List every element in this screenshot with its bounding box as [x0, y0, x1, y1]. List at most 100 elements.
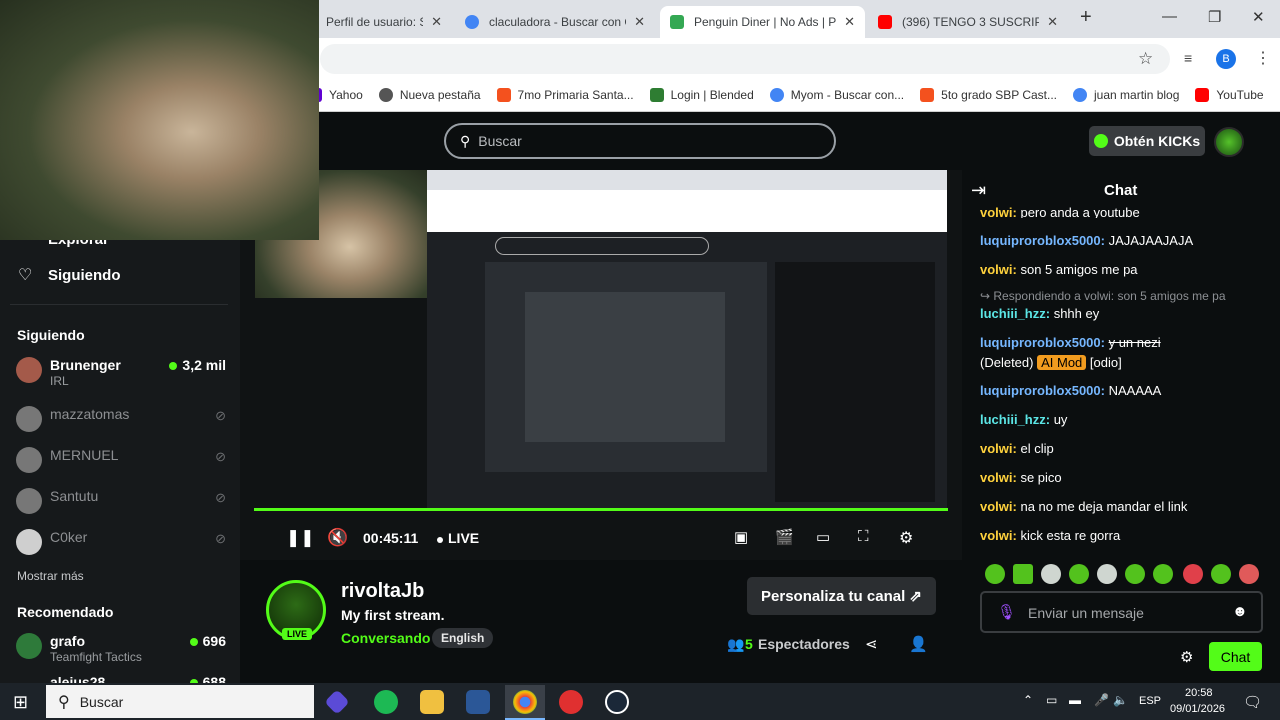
- spotify-icon[interactable]: [374, 690, 398, 714]
- sidebar-channel-brunenger[interactable]: Brunenger IRL 3,2 mil: [16, 355, 226, 389]
- clip-icon[interactable]: 🎬: [775, 528, 794, 546]
- chat-username[interactable]: volwi: [980, 441, 1013, 456]
- emote-icon[interactable]: [1041, 564, 1061, 584]
- theater-mode-icon[interactable]: ▭: [816, 528, 830, 546]
- windows-start-icon[interactable]: ⊞: [13, 692, 28, 713]
- notifications-icon[interactable]: 🗨: [1243, 693, 1262, 711]
- steam-icon[interactable]: [605, 690, 629, 714]
- collapse-chat-icon[interactable]: ⇥: [971, 180, 986, 201]
- url-field[interactable]: [320, 44, 1170, 74]
- chat-username[interactable]: volwi: [980, 470, 1013, 485]
- emote-icon[interactable]: [1153, 564, 1173, 584]
- chat-username[interactable]: volwi: [980, 205, 1013, 218]
- search-icon: ⚲: [58, 693, 70, 711]
- chat-username[interactable]: luquiproroblox5000: [980, 383, 1101, 398]
- word-icon[interactable]: [466, 690, 490, 714]
- emote-icon[interactable]: [1239, 564, 1259, 584]
- language-tag[interactable]: English: [432, 628, 494, 648]
- settings-gear-icon[interactable]: ⚙: [899, 528, 913, 548]
- tray-network-icon[interactable]: ▭: [1046, 693, 1057, 707]
- chat-username[interactable]: luchiii_hzz: [980, 306, 1046, 321]
- bookmark-yahoo[interactable]: Yahoo: [314, 87, 363, 102]
- sidebar-channel-grafo[interactable]: grafo Teamfight Tactics 696: [16, 631, 226, 665]
- bookmark-blended[interactable]: Login | Blended: [649, 87, 754, 102]
- tray-chevron-icon[interactable]: ⌃: [1023, 693, 1033, 707]
- search-placeholder: Buscar: [478, 133, 522, 149]
- follow-user-icon[interactable]: 👤: [909, 635, 928, 653]
- clock-date[interactable]: 09/01/2026: [1170, 703, 1225, 715]
- input-language[interactable]: ESP: [1139, 695, 1161, 707]
- chat-username[interactable]: volwi: [980, 499, 1013, 514]
- chat-username[interactable]: volwi: [980, 528, 1013, 543]
- bookmark-nueva-pestana[interactable]: Nueva pestaña: [378, 87, 481, 102]
- sidebar-channel-santutu[interactable]: Santutu ⊘: [16, 486, 226, 520]
- microphone-icon[interactable]: 🎙: [997, 603, 1016, 621]
- file-explorer-icon[interactable]: [420, 690, 444, 714]
- miniplayer-icon[interactable]: ▣: [734, 528, 748, 546]
- tray-volume-icon[interactable]: 🔈: [1113, 693, 1128, 707]
- send-chat-button[interactable]: Chat: [1209, 642, 1262, 671]
- emote-icon[interactable]: [1069, 564, 1089, 584]
- channel-name-title[interactable]: rivoltaJb: [341, 580, 424, 603]
- close-icon[interactable]: ✕: [634, 14, 645, 30]
- stream-category[interactable]: Conversando: [341, 630, 430, 646]
- sidebar-channel-mernuel[interactable]: MERNUEL ⊘: [16, 445, 226, 479]
- media-control-icon[interactable]: ≡: [1184, 50, 1192, 66]
- taskbar-search[interactable]: ⚲ Buscar: [46, 685, 314, 718]
- nav-siguiendo[interactable]: Siguiendo: [48, 267, 121, 284]
- chat-text: na no me deja mandar el link: [1020, 499, 1188, 514]
- get-kicks-button[interactable]: Obtén KICKs: [1089, 126, 1205, 156]
- chat-username[interactable]: luquiproroblox5000: [980, 233, 1101, 248]
- chat-username[interactable]: luquiproroblox5000:: [980, 335, 1105, 350]
- tab-youtube[interactable]: (396) TENGO 3 SUSCRIPTOR ✕: [868, 6, 1068, 38]
- bookmark-7mo-primaria[interactable]: 7mo Primaria Santa...: [496, 87, 634, 102]
- emote-icon[interactable]: [985, 564, 1005, 584]
- tab-perfil[interactable]: Perfil de usuario: Sa ✕: [316, 6, 452, 38]
- mute-icon[interactable]: 🔇: [327, 528, 348, 548]
- tray-battery-icon[interactable]: ▬: [1069, 693, 1081, 707]
- chat-username[interactable]: volwi: [980, 262, 1013, 277]
- search-input[interactable]: ⚲ Buscar: [444, 123, 836, 159]
- close-icon[interactable]: ✕: [1047, 14, 1058, 30]
- new-tab-button[interactable]: +: [1080, 6, 1092, 29]
- bookmark-juan-martin[interactable]: juan martin blog: [1073, 87, 1179, 102]
- star-icon[interactable]: ☆: [1138, 49, 1153, 69]
- close-icon[interactable]: ✕: [431, 14, 442, 30]
- tab-calculadora[interactable]: claculadora - Buscar con Go ✕: [455, 6, 655, 38]
- customize-channel-button[interactable]: Personaliza tu canal ⇗: [747, 577, 936, 615]
- emote-icon[interactable]: [1013, 564, 1033, 584]
- tab-penguin-diner[interactable]: Penguin Diner | No Ads | Pla ✕: [660, 6, 865, 38]
- close-icon[interactable]: ✕: [844, 14, 855, 30]
- reply-reference[interactable]: ↪ Respondiendo a volwi: son 5 amigos me …: [980, 289, 1226, 303]
- bookmark-myom[interactable]: Myom - Buscar con...: [769, 87, 904, 102]
- chat-username[interactable]: luchiii_hzz: [980, 412, 1046, 427]
- app-icon[interactable]: [559, 690, 583, 714]
- emote-icon[interactable]: [1097, 564, 1117, 584]
- emoji-picker-icon[interactable]: ☻: [1232, 603, 1248, 620]
- show-more-link[interactable]: Mostrar más: [17, 569, 84, 583]
- menu-kebab-icon[interactable]: ⋮: [1255, 48, 1271, 68]
- share-icon[interactable]: ⋖: [865, 635, 878, 653]
- sidebar-channel-mazzatomas[interactable]: mazzatomas ⊘: [16, 404, 226, 438]
- chrome-icon[interactable]: [513, 690, 537, 714]
- profile-avatar[interactable]: B: [1216, 49, 1236, 69]
- emote-icon[interactable]: [1211, 564, 1231, 584]
- user-avatar[interactable]: [1214, 127, 1244, 157]
- emote-icon[interactable]: [1125, 564, 1145, 584]
- emote-icon[interactable]: [1183, 564, 1203, 584]
- tray-mic-icon[interactable]: 🎤: [1094, 693, 1109, 707]
- sidebar-channel-aleius28[interactable]: aleius28 688: [16, 672, 226, 683]
- fullscreen-icon[interactable]: ⛶: [858, 528, 869, 545]
- bookmark-5to-grado[interactable]: 5to grado SBP Cast...: [920, 87, 1057, 102]
- bookmark-youtube[interactable]: YouTube: [1195, 87, 1264, 102]
- close-window-button[interactable]: ✕: [1252, 8, 1265, 26]
- google-icon: [769, 87, 784, 102]
- progress-bar[interactable]: [254, 508, 948, 511]
- minimize-button[interactable]: —: [1162, 8, 1177, 25]
- chat-input[interactable]: 🎙 Enviar un mensaje ☻: [980, 591, 1263, 633]
- sidebar-channel-c0ker[interactable]: C0ker ⊘: [16, 527, 226, 561]
- chat-settings-gear-icon[interactable]: ⚙: [1180, 648, 1193, 666]
- maximize-button[interactable]: ❐: [1208, 8, 1221, 26]
- clock-time[interactable]: 20:58: [1185, 687, 1213, 699]
- pause-icon[interactable]: ❚❚: [286, 528, 315, 548]
